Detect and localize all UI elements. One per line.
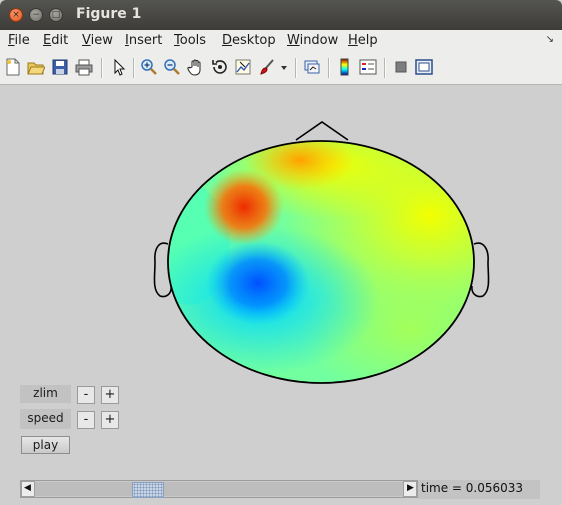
new-figure-icon[interactable]	[4, 58, 22, 76]
topoplot-figure	[153, 121, 490, 384]
toolbar-separator	[101, 58, 103, 78]
menu-label: ile	[14, 33, 30, 48]
menu-label: iew	[90, 33, 113, 48]
menu-tools[interactable]: Tools	[174, 33, 206, 48]
menu-label: esktop	[232, 33, 276, 48]
menu-edit[interactable]: Edit	[43, 33, 68, 48]
legend-icon[interactable]	[359, 58, 377, 76]
menu-mnemonic: W	[287, 33, 300, 48]
menu-window[interactable]: Window	[287, 33, 338, 48]
menu-mnemonic: H	[348, 33, 358, 48]
menu-view[interactable]: View	[82, 33, 113, 48]
minimize-window-button[interactable]: −	[29, 8, 43, 22]
show-plot-tools-icon[interactable]	[415, 58, 433, 76]
window-title: Figure 1	[76, 6, 142, 22]
menu-help[interactable]: Help	[348, 33, 378, 48]
menu-label: indow	[299, 33, 339, 48]
menu-label: nsert	[128, 33, 163, 48]
data-cursor-icon[interactable]	[234, 58, 252, 76]
pointer-icon[interactable]	[110, 58, 128, 76]
toolbar-separator	[295, 58, 297, 78]
maximize-window-button[interactable]: □	[49, 8, 63, 22]
close-icon: ×	[12, 10, 20, 20]
slider-track[interactable]	[35, 482, 403, 498]
menu-mnemonic: D	[222, 33, 233, 48]
menu-label: elp	[357, 33, 378, 48]
zlim-label: zlim	[20, 385, 71, 403]
colorbar-icon[interactable]	[336, 58, 354, 76]
toolbar-separator	[384, 58, 386, 78]
speed-label: speed	[20, 409, 71, 429]
link-plot-icon[interactable]	[303, 58, 321, 76]
menu-mnemonic: V	[82, 33, 91, 48]
menu-insert[interactable]: Insert	[125, 33, 162, 48]
scalp-surface	[168, 141, 474, 383]
menu-label: dit	[51, 33, 69, 48]
save-icon[interactable]	[51, 58, 69, 76]
slider-thumb[interactable]	[132, 482, 164, 498]
menu-desktop[interactable]: Desktop	[222, 33, 276, 48]
time-readout: time = 0.056033	[418, 480, 540, 499]
zoom-in-icon[interactable]	[140, 58, 158, 76]
undock-icon[interactable]: ↘	[546, 34, 554, 45]
brush-icon[interactable]	[258, 58, 276, 76]
slider-left-arrow-button[interactable]: ◀	[21, 481, 35, 497]
left-arrow-icon: ◀	[24, 483, 31, 493]
menu-file[interactable]: File	[8, 33, 30, 48]
hide-plot-tools-icon[interactable]	[392, 58, 410, 76]
figure-toolbar	[0, 52, 562, 85]
print-icon[interactable]	[75, 58, 93, 76]
time-slider[interactable]: ◀ ▶	[20, 480, 418, 498]
window-titlebar[interactable]: × − □ Figure 1	[0, 0, 562, 30]
menu-label: ools	[179, 33, 207, 48]
zlim-decrease-button[interactable]: -	[77, 386, 95, 404]
toolbar-separator	[133, 58, 135, 78]
close-window-button[interactable]: ×	[9, 8, 23, 22]
right-arrow-icon: ▶	[407, 483, 414, 493]
pan-hand-icon[interactable]	[187, 58, 205, 76]
menubar: File Edit View Insert Tools Desktop Wind…	[0, 30, 562, 52]
open-file-icon[interactable]	[27, 58, 45, 76]
maximize-icon: □	[51, 10, 61, 20]
rotate-3d-icon[interactable]	[211, 58, 229, 76]
toolbar-separator	[328, 58, 330, 78]
zoom-out-icon[interactable]	[163, 58, 181, 76]
play-button[interactable]: play	[21, 436, 70, 454]
slider-right-arrow-button[interactable]: ▶	[403, 481, 417, 497]
minimize-icon: −	[32, 10, 40, 20]
zlim-increase-button[interactable]: +	[101, 386, 119, 404]
menu-mnemonic: E	[43, 33, 52, 48]
speed-increase-button[interactable]: +	[101, 411, 119, 429]
speed-decrease-button[interactable]: -	[77, 411, 95, 429]
nose-outline	[295, 121, 349, 141]
brush-dropdown-icon[interactable]	[279, 58, 289, 76]
